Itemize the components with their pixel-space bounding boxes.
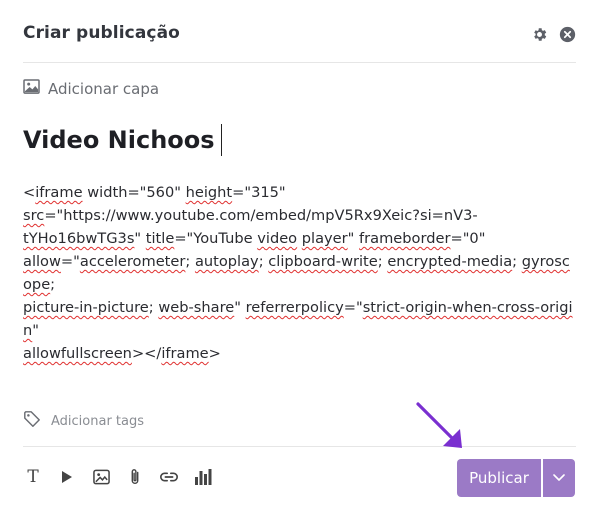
panel-title: Criar publicação: [23, 23, 180, 43]
spellcheck-word: frameborder: [359, 230, 451, 247]
body-text-segment: =": [60, 253, 80, 270]
spellcheck-word: iframe: [161, 345, 209, 362]
spellcheck-word: title: [145, 230, 175, 247]
body-text-segment: ": [347, 230, 360, 247]
spellcheck-word: allow: [23, 253, 61, 270]
body-text-segment: ;: [148, 299, 159, 316]
body-text-segment: ;: [377, 253, 388, 270]
add-cover-button[interactable]: Adicionar capa: [23, 79, 159, 98]
image-icon: [23, 79, 40, 98]
post-title-input[interactable]: Video Nichoos: [23, 124, 222, 156]
spellcheck-word: autoplay: [194, 253, 259, 270]
spellcheck-word: clipboard-write: [268, 253, 378, 270]
spellcheck-word: picture-in-picture: [23, 299, 149, 316]
post-title-text: Video Nichoos: [23, 126, 215, 154]
body-text-segment: ": [134, 230, 146, 247]
body-text-segment: ="315": [232, 184, 286, 201]
link-icon[interactable]: [159, 466, 179, 488]
body-text-segment: >: [208, 345, 221, 362]
spellcheck-word: iframe: [35, 184, 83, 201]
body-text-segment: ="YouTube: [174, 230, 258, 247]
body-text-segment: ="0": [450, 230, 486, 247]
spellcheck-word: accelerometer: [79, 253, 186, 270]
spellcheck-word: tYHo16bwTG3s: [23, 230, 135, 247]
toolbar-divider: [23, 446, 576, 447]
add-tags-label: Adicionar tags: [51, 413, 145, 429]
header-actions: [530, 25, 576, 43]
create-post-panel: Criar publicação Adicionar capa Video Ni…: [0, 0, 596, 515]
poll-icon[interactable]: [193, 466, 213, 488]
post-body-editor[interactable]: <iframe width="560" height="315" src="ht…: [23, 181, 575, 365]
body-text-segment: <: [23, 184, 36, 201]
close-circle-icon[interactable]: [558, 25, 576, 43]
video-icon[interactable]: [57, 466, 77, 488]
publish-button[interactable]: Publicar: [457, 459, 541, 497]
spellcheck-word: player: [301, 230, 348, 247]
body-text-segment: ;: [512, 253, 522, 270]
gear-icon[interactable]: [530, 25, 548, 43]
annotation-arrow-icon: [416, 402, 462, 448]
tag-icon: [23, 410, 41, 432]
add-cover-label: Adicionar capa: [48, 79, 160, 98]
body-text-segment: ="https://www.youtube.com/embed/mpV5Rx9X…: [44, 207, 478, 224]
text-caret: [220, 124, 222, 156]
body-text-segment: ;: [50, 276, 56, 293]
body-text-segment: width="560": [82, 184, 186, 201]
spellcheck-word: allowfullscreen: [23, 345, 132, 362]
body-text-segment: =": [343, 299, 363, 316]
attachment-icon[interactable]: [125, 466, 145, 488]
spellcheck-word: video: [257, 230, 298, 247]
body-text-segment: ></: [131, 345, 162, 362]
body-text-segment: ": [32, 322, 39, 339]
spellcheck-word: height: [185, 184, 233, 201]
publish-button-group: Publicar: [457, 459, 575, 497]
body-text-segment: ;: [185, 253, 195, 270]
editor-toolbar: T: [23, 466, 213, 488]
body-text-segment: ": [234, 299, 246, 316]
add-tags-button[interactable]: Adicionar tags: [23, 410, 144, 432]
text-format-icon[interactable]: T: [23, 466, 43, 488]
spellcheck-word: referrerpolicy: [245, 299, 344, 316]
panel-header: Criar publicação: [23, 0, 576, 63]
spellcheck-word: web-share: [158, 299, 235, 316]
spellcheck-word: src: [23, 207, 45, 224]
body-text-segment: ;: [258, 253, 269, 270]
chevron-down-icon[interactable]: [543, 459, 575, 497]
image-icon[interactable]: [91, 466, 111, 488]
spellcheck-word: encrypted-media: [387, 253, 513, 270]
